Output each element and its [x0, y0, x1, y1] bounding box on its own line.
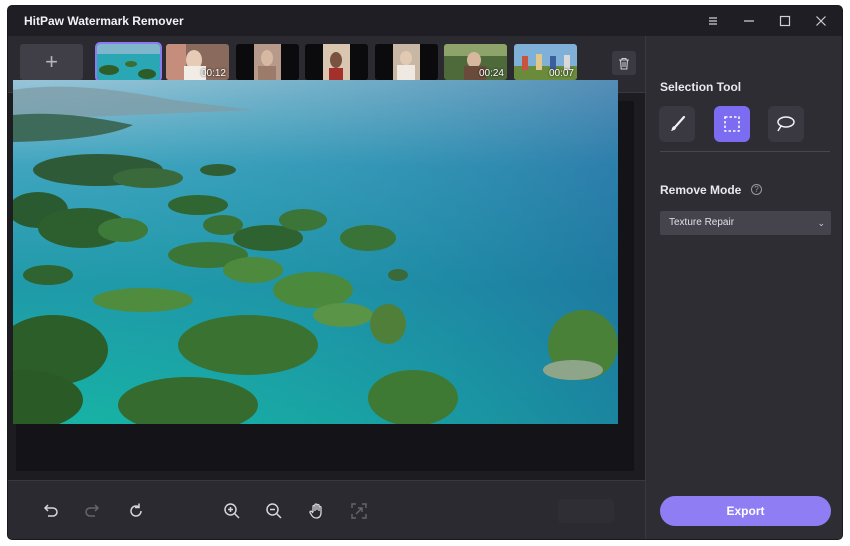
hand-icon[interactable]: [307, 501, 327, 521]
thumbnail-item[interactable]: [305, 44, 368, 80]
title-bar: HitPaw Watermark Remover: [8, 6, 842, 36]
thumbnail-duration: 00:07: [548, 68, 574, 79]
selection-tool-label: Selection Tool: [660, 80, 742, 94]
thumbnail-duration: 00:24: [478, 68, 504, 79]
maximize-icon: [779, 15, 791, 27]
delete-media-button[interactable]: [612, 51, 636, 75]
lasso-tool-button[interactable]: [768, 106, 804, 142]
thumbnail-item[interactable]: [236, 44, 299, 80]
help-icon[interactable]: ?: [751, 184, 762, 195]
remove-mode-label: Remove Mode: [660, 183, 742, 197]
preview-image[interactable]: [13, 80, 618, 424]
menu-icon: [709, 17, 717, 25]
thumbnail-item[interactable]: 00:12: [166, 44, 229, 80]
settings-panel: Selection Tool Remove Mode ? Texture Rep…: [645, 36, 842, 539]
rectangle-select-tool-button[interactable]: [714, 106, 750, 142]
menu-button[interactable]: [694, 6, 732, 36]
export-button[interactable]: Export: [660, 496, 831, 526]
thumbnail-duration: 00:12: [200, 68, 226, 79]
remove-mode-select[interactable]: Texture Repair ⌄: [660, 211, 831, 235]
aerial-islands-image: [13, 80, 618, 424]
minimize-button[interactable]: [730, 6, 768, 36]
rectangle-select-icon: [724, 116, 740, 132]
fit-screen-icon[interactable]: [349, 501, 369, 521]
person-thumbnail-image: [305, 44, 368, 80]
app-title: HitPaw Watermark Remover: [24, 14, 184, 28]
undo-icon[interactable]: [40, 501, 60, 521]
close-icon: [816, 16, 826, 26]
close-button[interactable]: [802, 6, 840, 36]
panel-divider: [660, 151, 830, 152]
brush-tool-button[interactable]: [659, 106, 695, 142]
trash-icon: [619, 57, 629, 70]
person-thumbnail-image: [236, 44, 299, 80]
edit-toolbar: [8, 480, 645, 539]
redo-icon[interactable]: [83, 501, 103, 521]
add-media-button[interactable]: +: [20, 44, 83, 80]
island-thumbnail-image: [97, 44, 160, 80]
disabled-action-button: [558, 499, 614, 523]
thumbnail-item[interactable]: [375, 44, 438, 80]
chevron-down-icon: ⌄: [817, 218, 825, 228]
thumbnail-item[interactable]: [95, 42, 162, 82]
minimize-icon: [744, 20, 754, 22]
remove-mode-value: Texture Repair: [669, 217, 735, 228]
thumbnail-item[interactable]: 00:07: [514, 44, 577, 80]
zoom-in-icon[interactable]: [222, 501, 242, 521]
zoom-out-icon[interactable]: [264, 501, 284, 521]
maximize-button[interactable]: [766, 6, 804, 36]
lasso-icon: [777, 116, 795, 132]
brush-icon: [671, 115, 686, 131]
refresh-icon[interactable]: [126, 501, 146, 521]
person-thumbnail-image: [375, 44, 438, 80]
thumbnail-item[interactable]: 00:24: [444, 44, 507, 80]
